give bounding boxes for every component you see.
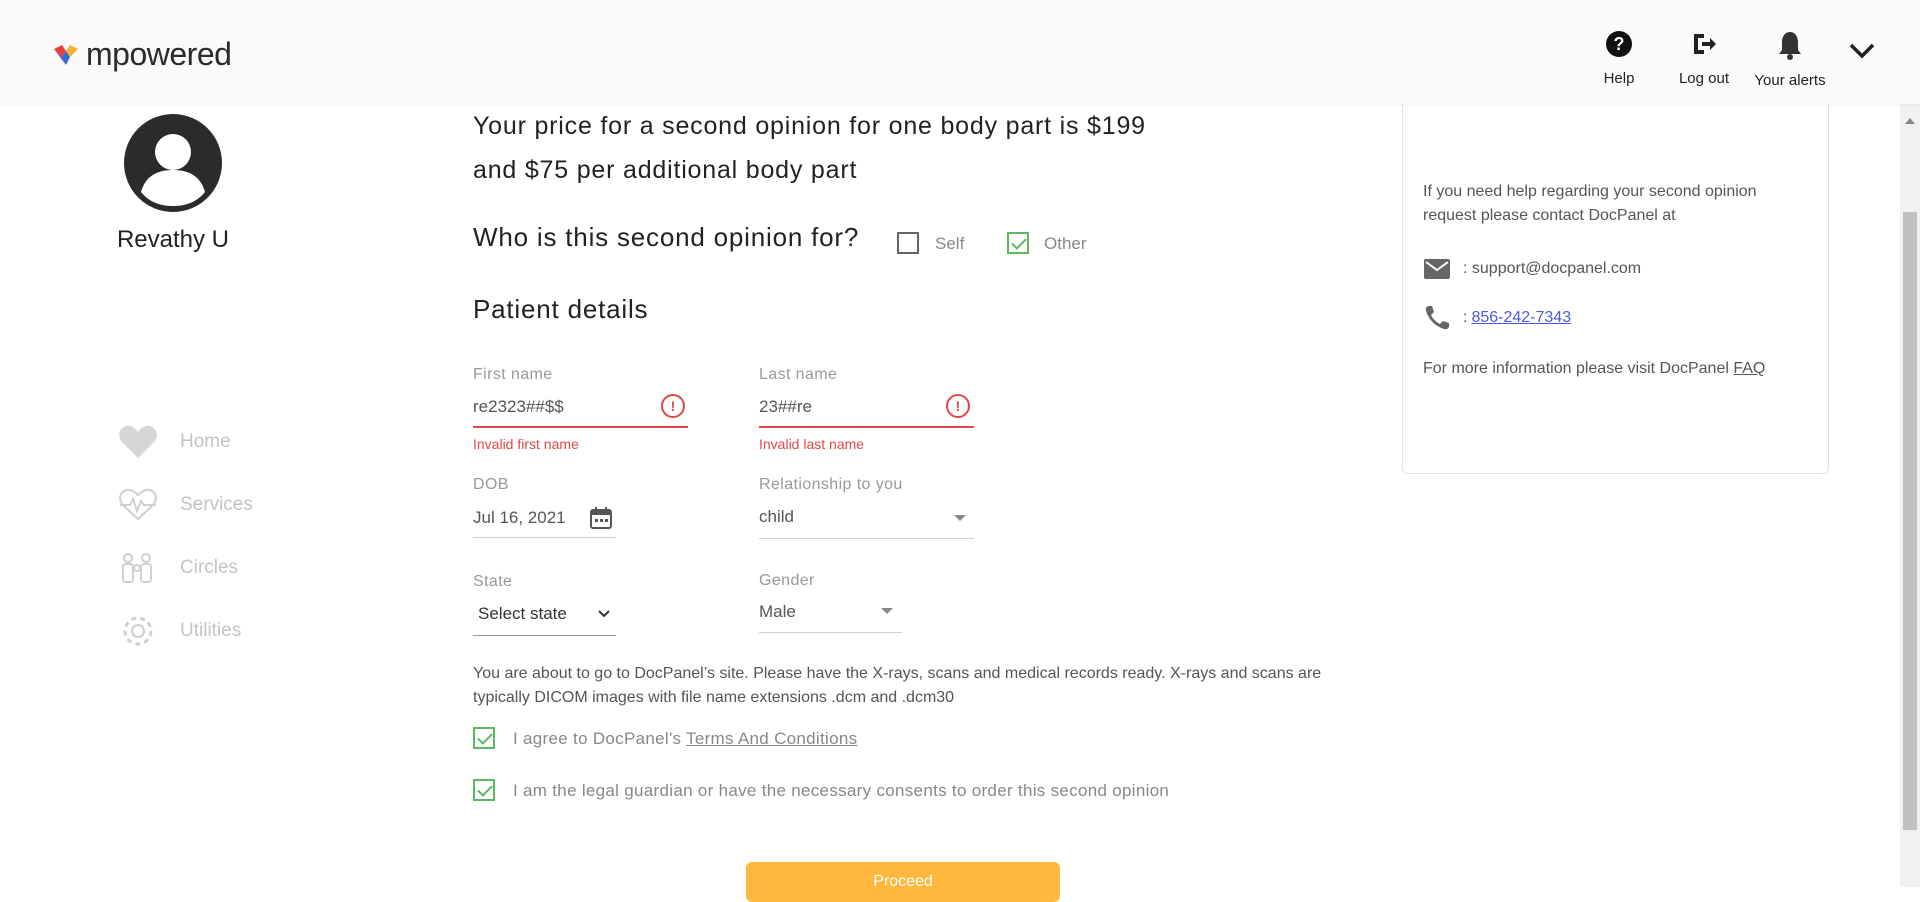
last-name-input[interactable]: 23##re <box>759 397 812 417</box>
email-row: : support@docpanel.com <box>1423 258 1641 280</box>
terms-link[interactable]: Terms And Conditions <box>686 729 857 748</box>
state-underline <box>473 635 616 636</box>
error-icon: ! <box>946 394 970 418</box>
account-menu-chevron[interactable] <box>1848 38 1876 67</box>
guardian-text: I am the legal guardian or have the nece… <box>513 781 1170 800</box>
logo-mark-icon <box>54 44 78 65</box>
last-name-error: Invalid last name <box>759 436 865 452</box>
scroll-up-arrow-icon[interactable] <box>1905 118 1915 124</box>
logout-icon <box>1694 34 1716 54</box>
alerts-label: Your alerts <box>1754 72 1826 89</box>
bell-icon <box>1779 32 1801 60</box>
alerts-button[interactable]: Your alerts <box>1748 30 1832 89</box>
phone-link[interactable]: 856-242-7343 <box>1471 309 1571 327</box>
side-nav: Home Services Circles Utilities <box>118 410 253 662</box>
logo-text: mpowered <box>86 36 232 72</box>
state-label: State <box>473 573 513 590</box>
nav-label: Circles <box>180 556 239 578</box>
other-label: Other <box>1044 234 1087 253</box>
svg-text:?: ? <box>1614 34 1625 54</box>
more-info-prefix: For more information please visit DocPan… <box>1423 360 1734 377</box>
relationship-label: Relationship to you <box>759 476 903 493</box>
terms-agree-text: I agree to DocPanel's Terms And Conditio… <box>513 729 857 749</box>
phone-row: : 856-242-7343 <box>1423 304 1571 332</box>
help-contact-text: If you need help regarding your second o… <box>1423 183 1757 224</box>
logout-label: Log out <box>1678 70 1730 87</box>
user-name: Revathy U <box>116 226 230 253</box>
heart-icon <box>118 422 158 462</box>
nav-item-circles[interactable]: Circles <box>118 536 253 599</box>
first-name-error: Invalid first name <box>473 436 579 452</box>
first-name-input[interactable]: re2323##$$ <box>473 397 564 417</box>
other-checkbox[interactable] <box>1007 232 1029 254</box>
phone-icon <box>1425 306 1449 330</box>
who-question: Who is this second opinion for? <box>473 222 860 252</box>
relationship-select[interactable]: child <box>759 507 794 527</box>
first-name-underline <box>473 426 688 428</box>
self-checkbox[interactable] <box>897 232 919 254</box>
help-contact-box: If you need help regarding your second o… <box>1402 90 1829 474</box>
last-name-underline <box>759 426 974 428</box>
dob-input[interactable]: Jul 16, 2021 <box>473 508 566 528</box>
docpanel-notice: You are about to go to DocPanel’s site. … <box>473 665 1322 706</box>
user-profile: Revathy U <box>100 114 246 254</box>
error-icon: ! <box>661 394 685 418</box>
patient-details-title: Patient details <box>473 294 649 324</box>
last-name-label: Last name <box>759 366 838 383</box>
chevron-down-icon[interactable] <box>597 609 611 619</box>
calendar-icon[interactable] <box>589 506 613 530</box>
terms-prefix: I agree to DocPanel's <box>513 729 687 748</box>
price-text: Your price for a second opinion for one … <box>473 104 1146 192</box>
top-header: mpowered ? Help Log out Your alerts <box>0 0 1920 104</box>
nav-label: Utilities <box>180 619 242 641</box>
help-icon: ? <box>1606 31 1632 57</box>
phone-prefix: : <box>1463 309 1468 326</box>
gender-label: Gender <box>759 572 815 589</box>
dropdown-arrow-icon[interactable] <box>881 608 893 614</box>
terms-checkbox[interactable] <box>473 727 495 749</box>
chevron-down-icon <box>1849 43 1875 59</box>
state-select[interactable]: Select state <box>478 604 567 624</box>
people-icon <box>118 548 158 588</box>
nav-item-services[interactable]: Services <box>118 473 253 536</box>
mpowered-logo[interactable]: mpowered <box>52 36 232 73</box>
help-label: Help <box>1603 70 1635 87</box>
page-scrollbar[interactable] <box>1900 104 1920 887</box>
faq-link[interactable]: FAQ <box>1733 360 1765 377</box>
scrollbar-thumb[interactable] <box>1903 212 1917 830</box>
nav-label: Home <box>180 430 231 452</box>
first-name-label: First name <box>473 366 553 383</box>
guardian-checkbox[interactable] <box>473 779 495 801</box>
dropdown-arrow-icon[interactable] <box>954 515 966 521</box>
mail-icon <box>1424 259 1450 279</box>
gear-icon <box>118 611 158 651</box>
logout-button[interactable]: Log out <box>1672 30 1736 87</box>
more-info-text: For more information please visit DocPan… <box>1423 360 1765 378</box>
nav-label: Services <box>180 493 253 515</box>
nav-item-home[interactable]: Home <box>118 410 253 473</box>
avatar-icon <box>124 114 222 212</box>
support-email[interactable]: : support@docpanel.com <box>1463 260 1641 278</box>
dob-underline <box>473 537 616 538</box>
self-label: Self <box>935 234 965 253</box>
price-line-2: and $75 per additional body part <box>473 156 858 184</box>
nav-item-utilities[interactable]: Utilities <box>118 599 253 662</box>
gender-underline <box>759 632 902 633</box>
gender-select[interactable]: Male <box>759 602 796 622</box>
help-button[interactable]: ? Help <box>1596 30 1642 87</box>
price-line-1: Your price for a second opinion for one … <box>473 112 1146 140</box>
dob-label: DOB <box>473 476 509 493</box>
heartbeat-icon <box>118 485 158 525</box>
proceed-button[interactable]: Proceed <box>746 862 1060 902</box>
relationship-underline <box>759 538 974 539</box>
